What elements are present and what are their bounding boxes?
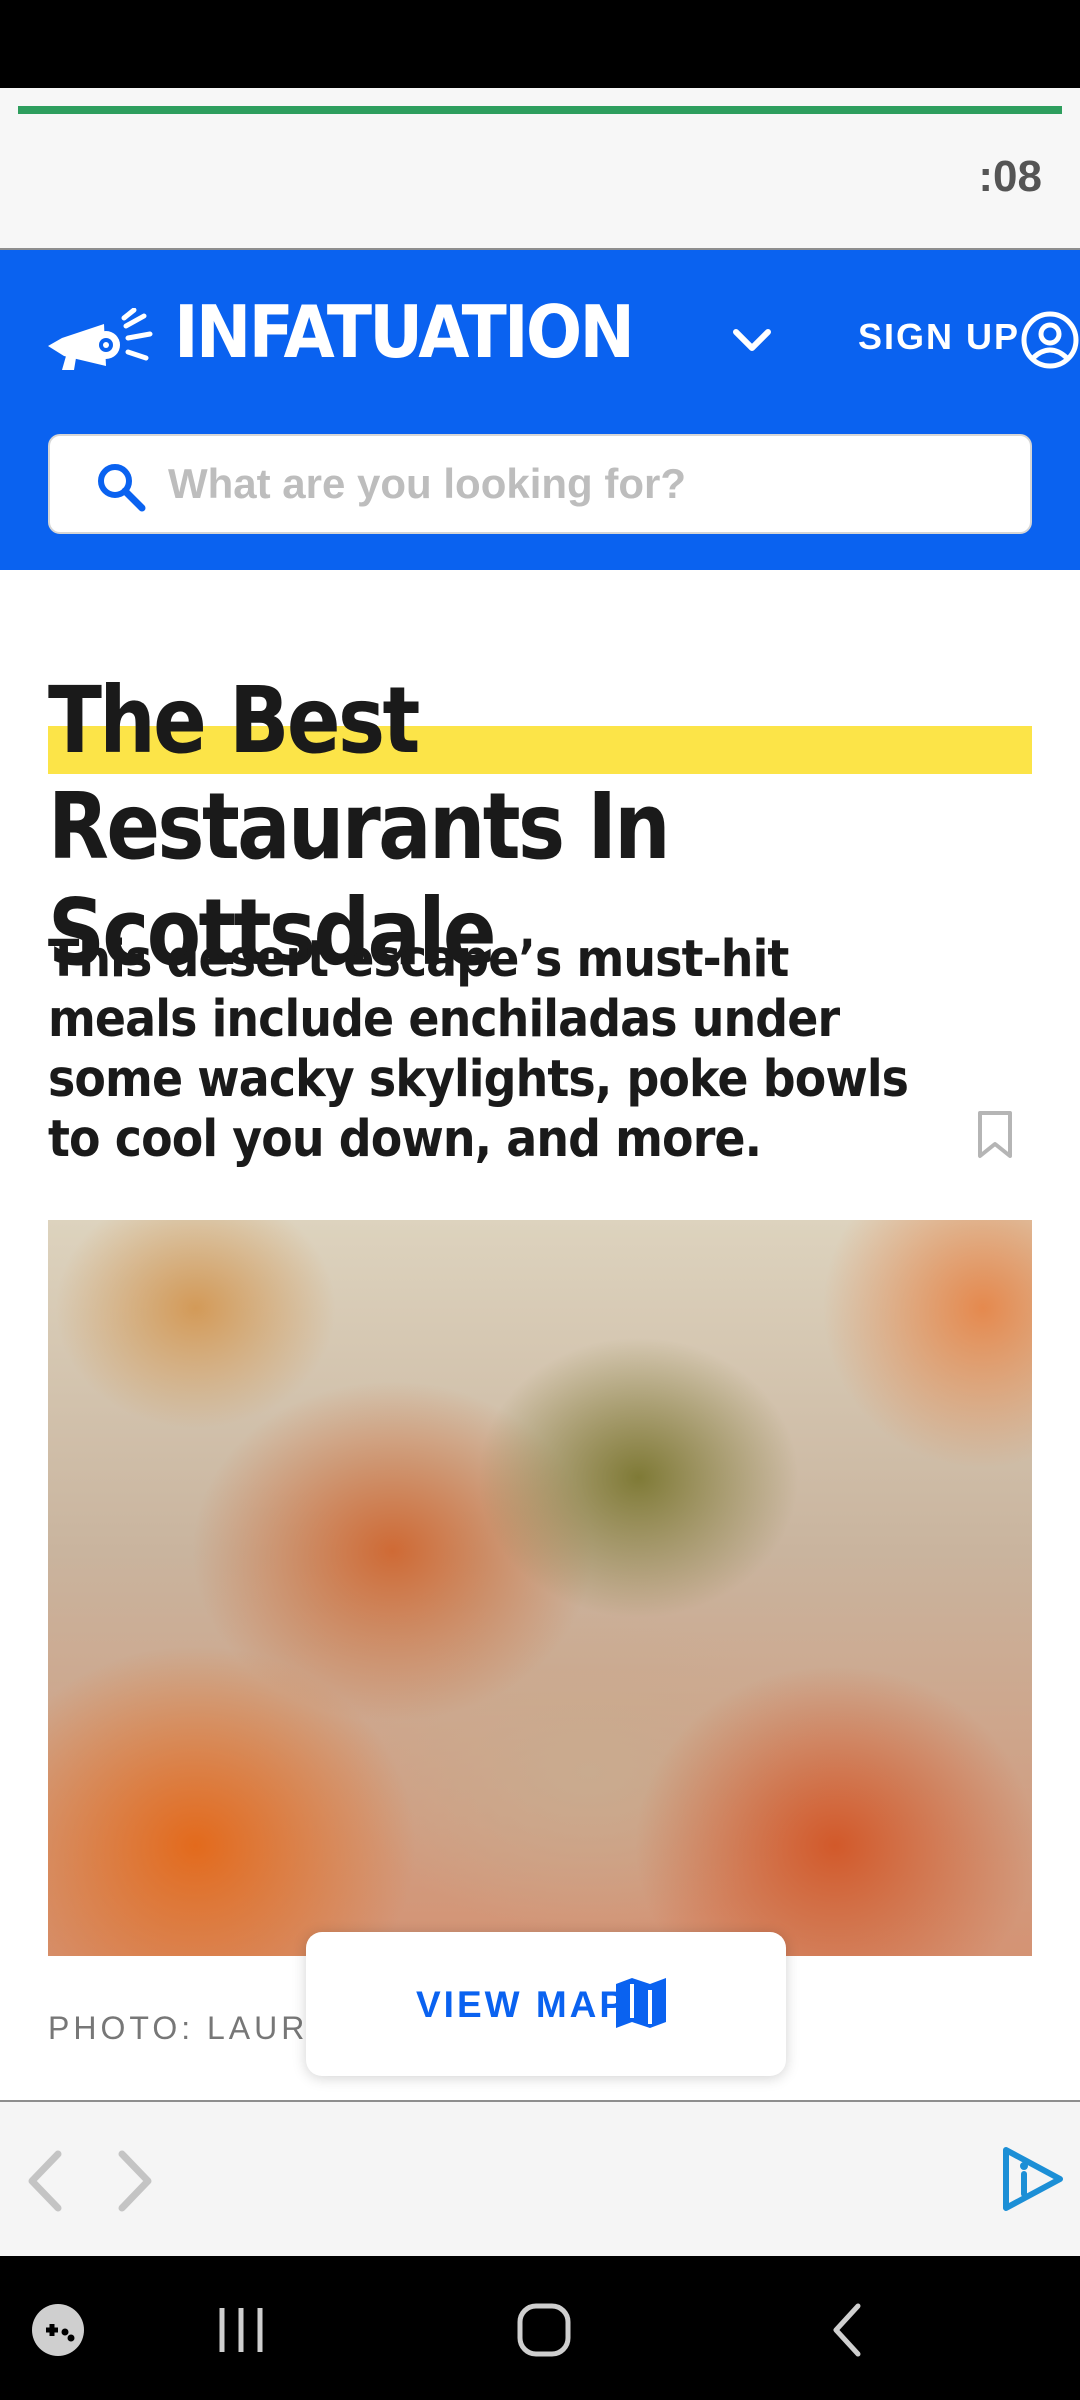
site-logo[interactable]: INFATUATION (174, 296, 635, 368)
map-icon (616, 1978, 666, 2028)
hero-image (48, 1220, 1032, 1956)
system-back-icon[interactable] (826, 2300, 866, 2360)
search-box[interactable] (48, 434, 1032, 534)
forward-arrow-icon[interactable] (114, 2146, 158, 2216)
browser-toolbar (0, 2100, 1080, 2256)
search-input[interactable] (168, 436, 1008, 532)
article-subtitle: This desert escape’s must-hit meals incl… (48, 930, 909, 1169)
view-map-button[interactable]: VIEW MAP (306, 1932, 786, 2076)
system-navigation-bar (0, 2256, 1080, 2400)
status-bar (0, 0, 1080, 88)
photo-credit: PHOTO: LAURE (48, 2010, 334, 2046)
recent-apps-icon[interactable] (214, 2302, 268, 2358)
ad-timer-bar: :08 (0, 88, 1080, 250)
progress-fill (18, 106, 1062, 114)
megaphone-icon[interactable] (44, 308, 154, 378)
back-arrow-icon[interactable] (22, 2146, 66, 2216)
bookmark-icon[interactable] (976, 1110, 1014, 1160)
progress-track (18, 106, 1062, 114)
game-launcher-icon[interactable] (30, 2302, 86, 2358)
brand-icon[interactable] (996, 2144, 1066, 2214)
search-icon (98, 464, 146, 512)
account-icon[interactable] (1020, 310, 1080, 370)
timer-text: :08 (978, 152, 1042, 201)
chevron-down-icon[interactable] (730, 320, 774, 360)
home-icon[interactable] (514, 2300, 574, 2360)
sign-up-link[interactable]: SIGN UP (858, 316, 1020, 358)
view-map-label: VIEW MAP (416, 1984, 628, 2025)
